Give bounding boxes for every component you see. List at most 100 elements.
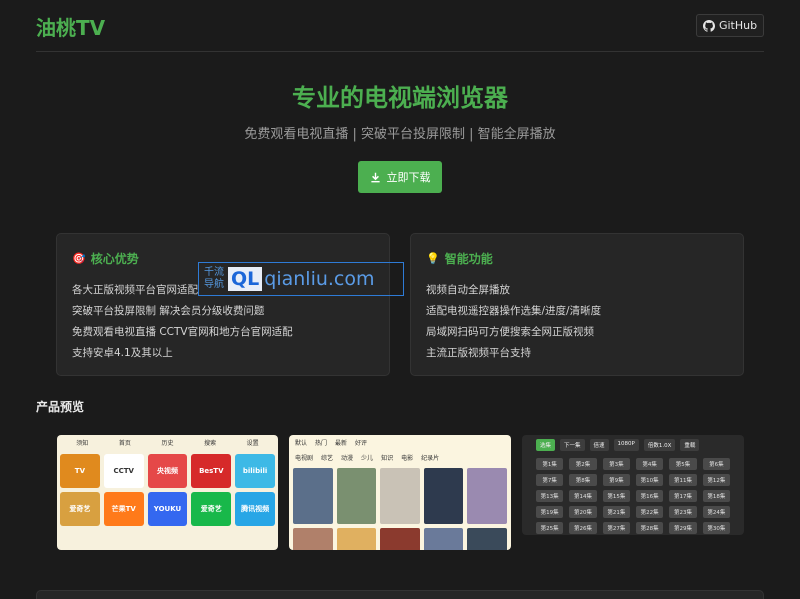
preview-category-tab: 动漫: [341, 455, 354, 462]
preview-episode: 第21集: [602, 506, 630, 518]
lightbulb-icon: 💡: [426, 252, 440, 265]
preview-nav-item: 须知: [76, 440, 89, 447]
preview-player-chip: 选集: [536, 439, 556, 451]
list-item: 局域网扫码可方便搜索全网正版视频: [426, 326, 594, 338]
list-item: 支持安卓4.1及其以上: [72, 347, 173, 359]
next-section-card: [36, 590, 764, 599]
preview-episode: 第16集: [636, 490, 664, 502]
preview-episode: 第7集: [536, 474, 564, 486]
preview-nav-item: 搜索: [204, 440, 217, 447]
github-label: GitHub: [718, 19, 758, 32]
preview-episode: 第19集: [536, 506, 564, 518]
preview-episode: 第26集: [569, 522, 597, 534]
list-item: 突破平台投屏限制 解决会员分级收费问题: [72, 305, 265, 317]
watermark-ql: QL: [228, 267, 263, 291]
smart-features-heading: 智能功能: [444, 252, 493, 266]
list-item: 适配电视遥控器操作选集/进度/清晰度: [426, 305, 602, 317]
preview-player-episodes: 第1集 第2集 第3集 第4集 第5集 第6集 第7集 第8集 第9集 第10集 第11集 第12集第…: [522, 455, 744, 535]
preview-episode: 第17集: [669, 490, 697, 502]
hero-subtitle: 免费观看电视直播 | 突破平台投屏限制 | 智能全屏播放: [244, 127, 556, 142]
preview-episode: 第2集: [569, 458, 597, 470]
preview-player-chip: 重载: [680, 439, 700, 451]
list-item: 主流正版视频平台支持: [426, 347, 531, 359]
github-icon: [702, 19, 715, 32]
preview-app-tile: 爱奇艺: [191, 492, 232, 526]
download-label: 立即下载: [386, 171, 431, 184]
preview-episode: 第14集: [569, 490, 597, 502]
preview-category-tab: 少儿: [361, 455, 374, 462]
list-item: 免费观看电视直播 CCTV官网和地方台官网适配: [72, 326, 293, 338]
preview-player-chip: 倍数1.0X: [643, 439, 676, 451]
github-button[interactable]: GitHub: [696, 14, 764, 37]
preview-episode: 第10集: [636, 474, 664, 486]
preview-player-controls: 选集 下一集 倍速 1080P 倍数1.0X 重载: [522, 435, 744, 455]
watermark-cn: 千流 导航: [200, 267, 228, 291]
preview-episode: 第22集: [636, 506, 664, 518]
core-advantages-card: 🎯 核心优势 各大正版视频平台官网适配 突破平台投屏限制 解决会员分级收费问题 …: [56, 233, 390, 376]
preview-screenshot-home[interactable]: 须知 首页 历史 搜索 设置 TV CCTV 央视频 BesTV bilibili 爱奇艺 芒果TV…: [57, 435, 278, 550]
preview-episode: 第18集: [702, 490, 730, 502]
preview-episode: 第20集: [569, 506, 597, 518]
preview-screenshot-catalog[interactable]: 默认 热门 最新 好评 电视剧 综艺 动漫 少儿 知识 电影 纪录片: [289, 435, 511, 550]
watermark-domain: qianliu.com: [264, 268, 375, 290]
preview-category-tab: 电视剧: [295, 455, 314, 462]
preview-episode: 第8集: [569, 474, 597, 486]
preview-category-tab: 综艺: [321, 455, 334, 462]
preview-app-tile: 爱奇艺: [60, 492, 100, 526]
preview-poster: [336, 528, 377, 550]
preview-app-tile: YOUKU: [147, 492, 188, 526]
preview-episode: 第6集: [702, 458, 730, 470]
site-logo[interactable]: 油桃TV: [36, 12, 105, 41]
preview-player-chip: 倍速: [589, 439, 609, 451]
preview-episode: 第24集: [702, 506, 730, 518]
watermark-cn-line1: 千流: [204, 267, 224, 278]
preview-section-title: 产品预览: [36, 400, 85, 414]
download-button[interactable]: 立即下载: [358, 161, 442, 193]
preview-poster: [467, 468, 507, 524]
preview-episode: 第9集: [602, 474, 630, 486]
preview-app-tile: 腾讯视频: [235, 492, 275, 526]
preview-episode: 第12集: [702, 474, 730, 486]
preview-nav-item: 首页: [118, 440, 131, 447]
watermark-cn-line2: 导航: [204, 279, 224, 290]
smart-features-card: 💡 智能功能 视频自动全屏播放 适配电视遥控器操作选集/进度/清晰度 局域网扫码…: [410, 233, 744, 376]
smart-features-list: 视频自动全屏播放 适配电视遥控器操作选集/进度/清晰度 局域网扫码可方便搜索全网…: [426, 280, 728, 364]
preview-sort-tab: 好评: [355, 440, 368, 447]
preview-app-tile: BesTV: [191, 454, 232, 488]
preview-catalog-posters: [289, 465, 511, 550]
preview-poster: [380, 468, 420, 524]
preview-episode: 第11集: [669, 474, 697, 486]
preview-player-chip: 下一集: [560, 439, 585, 451]
smart-features-title: 💡 智能功能: [426, 250, 728, 267]
preview-sort-tab: 热门: [315, 440, 328, 447]
preview-nav-item: 设置: [246, 440, 259, 447]
preview-episode: 第27集: [602, 522, 630, 534]
preview-category-tab: 纪录片: [421, 455, 440, 462]
download-icon: [370, 172, 380, 182]
preview-app-tile: TV: [60, 454, 100, 488]
preview-episode: 第29集: [669, 522, 697, 534]
preview-home-nav: 须知 首页 历史 搜索 设置: [57, 435, 278, 450]
preview-category-tab: 知识: [381, 455, 394, 462]
preview-poster: [423, 528, 464, 550]
preview-screenshot-player[interactable]: 选集 下一集 倍速 1080P 倍数1.0X 重载 第1集 第2集 第3集 第4集 第5集 第6集第…: [522, 435, 744, 535]
preview-poster: [293, 528, 333, 550]
preview-episode: 第3集: [602, 458, 630, 470]
preview-poster: [293, 468, 333, 524]
preview-episode: 第1集: [536, 458, 564, 470]
preview-episode: 第15集: [602, 490, 630, 502]
preview-poster: [336, 468, 377, 524]
preview-catalog-category-tabs: 电视剧 综艺 动漫 少儿 知识 电影 纪录片: [289, 450, 511, 465]
preview-episode: 第5集: [669, 458, 697, 470]
preview-home-grid: TV CCTV 央视频 BesTV bilibili 爱奇艺 芒果TV YOUKU 爱奇艺 腾讯视…: [57, 450, 278, 530]
preview-catalog-sort-tabs: 默认 热门 最新 好评: [289, 435, 511, 450]
preview-episode: 第4集: [636, 458, 664, 470]
preview-player-chip: 1080P: [613, 439, 639, 451]
preview-sort-tab: 默认: [295, 440, 308, 447]
preview-category-tab: 电影: [401, 455, 414, 462]
preview-app-tile: 央视频: [147, 454, 188, 488]
preview-episode: 第25集: [536, 522, 564, 534]
preview-app-tile: 芒果TV: [103, 492, 144, 526]
preview-poster: [380, 528, 420, 550]
preview-poster: [467, 528, 507, 550]
